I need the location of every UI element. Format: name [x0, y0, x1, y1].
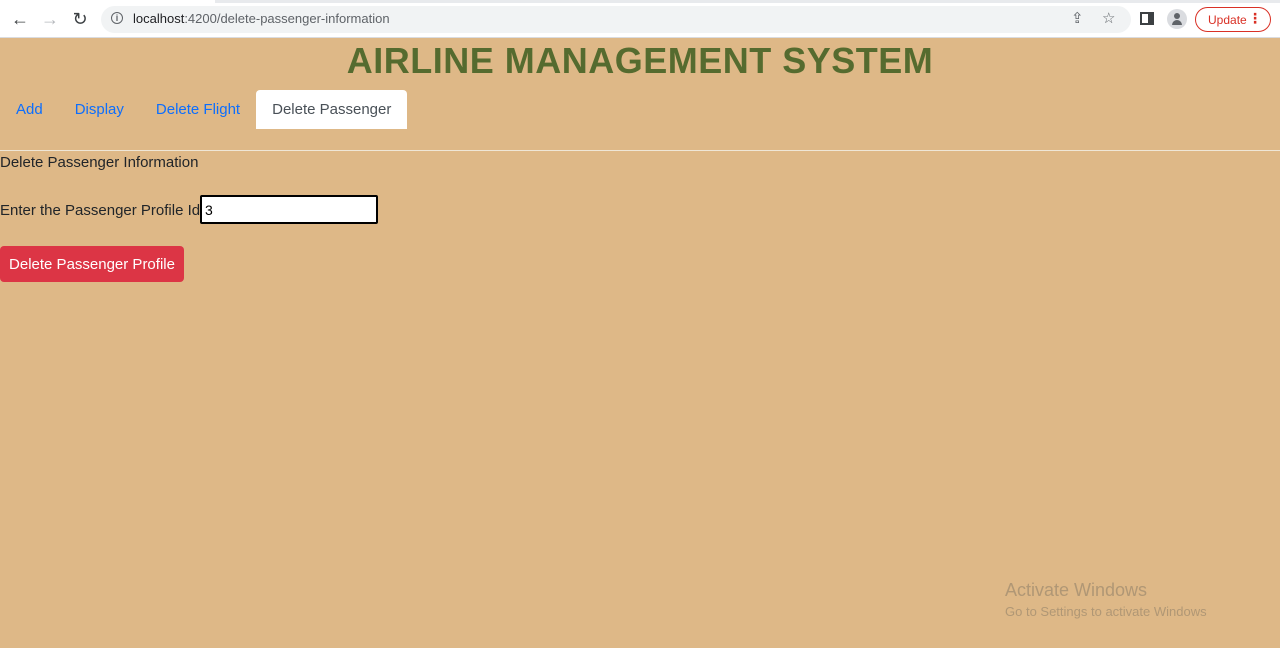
back-arrow-icon[interactable]: ←: [10, 9, 30, 29]
update-button[interactable]: Update ⋮: [1195, 7, 1271, 32]
tab-delete-flight[interactable]: Delete Flight: [140, 90, 256, 129]
divider: [0, 150, 1280, 151]
tab-add[interactable]: Add: [0, 90, 59, 129]
site-info-icon[interactable]: i: [111, 12, 123, 24]
delete-passenger-profile-button[interactable]: Delete Passenger Profile: [0, 246, 184, 282]
address-bar[interactable]: i localhost:4200/delete-passenger-inform…: [101, 6, 1131, 33]
nav-tabs: Add Display Delete Flight Delete Passeng…: [0, 90, 408, 129]
forward-arrow-icon[interactable]: →: [40, 9, 60, 29]
side-panel-icon[interactable]: [1140, 12, 1154, 25]
section-heading: Delete Passenger Information: [0, 154, 199, 171]
reload-icon[interactable]: ↻: [70, 9, 90, 29]
activate-windows-watermark: Activate Windows Go to Settings to activ…: [1005, 580, 1207, 619]
update-label: Update: [1208, 12, 1247, 27]
watermark-title: Activate Windows: [1005, 580, 1148, 600]
more-menu-icon[interactable]: ⋮: [1248, 11, 1262, 25]
page-title: AIRLINE MANAGEMENT SYSTEM: [346, 40, 934, 81]
url-path: :4200/delete-passenger-information: [184, 11, 390, 26]
address-url[interactable]: localhost:4200/delete-passenger-informat…: [133, 11, 390, 26]
watermark-subtitle: Go to Settings to activate Windows: [1005, 604, 1207, 619]
profile-avatar-icon[interactable]: [1167, 9, 1187, 29]
url-host: localhost: [133, 11, 185, 26]
share-icon[interactable]: ⇪: [1071, 11, 1084, 26]
bookmark-star-icon[interactable]: ☆: [1102, 11, 1115, 26]
profile-id-label: Enter the Passenger Profile Id:: [0, 202, 205, 219]
tab-delete-passenger[interactable]: Delete Passenger: [256, 90, 408, 129]
profile-id-input[interactable]: [200, 195, 378, 224]
tab-display[interactable]: Display: [59, 90, 140, 129]
tab-strip-edge: [215, 0, 1280, 3]
browser-toolbar: ← → ↻ i localhost:4200/delete-passenger-…: [0, 0, 1280, 38]
